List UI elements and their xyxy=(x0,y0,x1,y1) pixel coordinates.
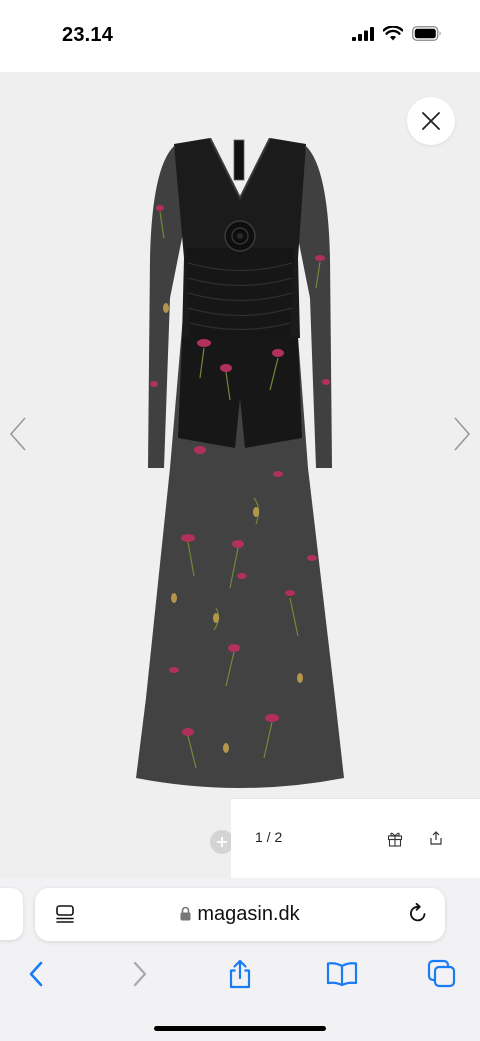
product-image-gallery[interactable]: 1 / 2 xyxy=(0,72,480,878)
browser-chrome: magasin.dk xyxy=(0,878,480,1041)
product-image xyxy=(136,138,344,788)
previous-tab-preview[interactable] xyxy=(0,888,23,940)
status-bar: 23.14 xyxy=(0,0,480,72)
close-icon xyxy=(422,112,440,130)
reload-icon xyxy=(410,902,426,922)
forward-button[interactable] xyxy=(120,958,160,990)
signal-icon xyxy=(352,26,374,46)
share-button[interactable] xyxy=(220,958,260,990)
previous-image-button[interactable] xyxy=(6,414,30,454)
status-time: 23.14 xyxy=(62,24,114,46)
image-counter: 1 / 2 xyxy=(255,829,283,845)
gift-icon xyxy=(387,832,403,847)
chevron-left-icon xyxy=(9,417,26,451)
lock-icon xyxy=(180,904,191,927)
url-text: magasin.dk xyxy=(197,903,300,925)
url-display[interactable]: magasin.dk xyxy=(35,903,445,927)
share-product-button[interactable] xyxy=(429,831,443,850)
forward-icon xyxy=(133,961,147,987)
home-indicator xyxy=(154,1026,326,1031)
back-button[interactable] xyxy=(16,958,56,990)
address-bar[interactable]: magasin.dk xyxy=(35,888,445,941)
tabs-button[interactable] xyxy=(422,958,462,990)
next-image-button[interactable] xyxy=(450,414,474,454)
gift-button[interactable] xyxy=(387,831,403,852)
zoom-in-icon xyxy=(217,837,227,847)
back-icon xyxy=(29,961,43,987)
share-icon xyxy=(430,831,442,845)
share-icon xyxy=(229,959,251,989)
battery-icon xyxy=(412,26,442,46)
bookmarks-button[interactable] xyxy=(322,958,362,990)
reload-button[interactable] xyxy=(407,902,429,929)
image-info-panel: 1 / 2 xyxy=(231,798,480,878)
tabs-icon xyxy=(427,959,456,988)
bookmarks-icon xyxy=(326,962,358,987)
wifi-icon xyxy=(382,25,404,46)
close-button[interactable] xyxy=(407,97,455,145)
chevron-right-icon xyxy=(454,417,471,451)
status-icons xyxy=(352,25,442,46)
